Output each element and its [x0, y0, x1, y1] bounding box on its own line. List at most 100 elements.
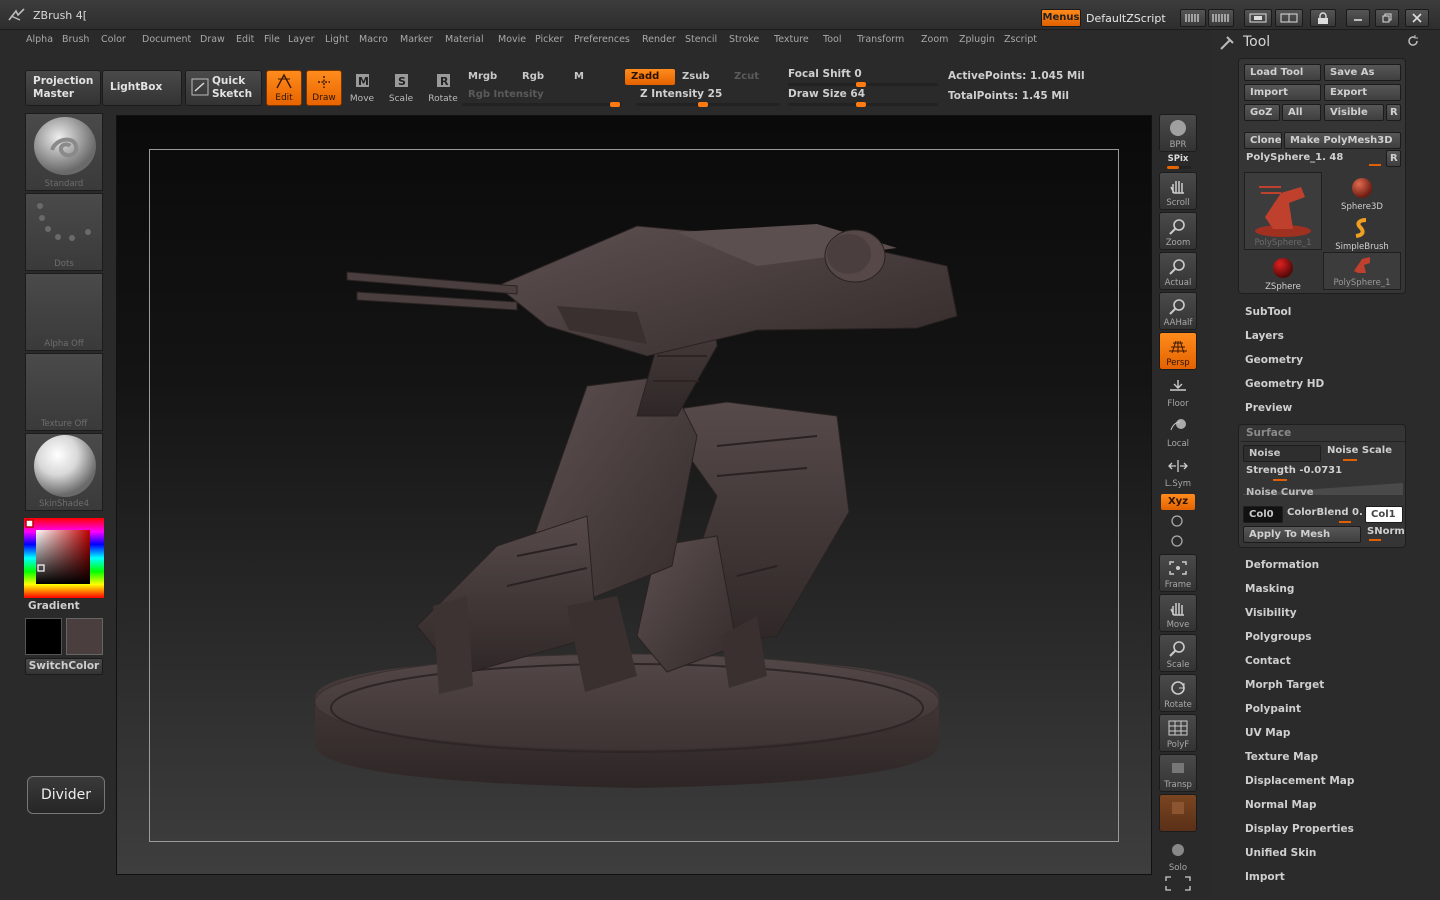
rotate-mode-button[interactable]: R Rotate	[425, 70, 461, 106]
local-button[interactable]: Local	[1159, 412, 1197, 450]
clone-button[interactable]: Clone	[1244, 132, 1282, 149]
zsub-toggle[interactable]: Zsub	[676, 69, 726, 85]
noise-button[interactable]: Noise	[1243, 445, 1321, 462]
visible-button[interactable]: Visible	[1324, 104, 1384, 121]
color-blend-knob[interactable]	[1339, 521, 1351, 523]
actual-button[interactable]: Actual	[1159, 252, 1197, 290]
menu-layer[interactable]: Layer	[288, 34, 315, 45]
zcut-toggle[interactable]: Zcut	[728, 69, 778, 85]
menu-movie[interactable]: Movie	[498, 34, 526, 45]
material-picker[interactable]: SkinShade4	[25, 433, 103, 511]
section-contact[interactable]: Contact	[1245, 655, 1291, 667]
solo-button[interactable]: Solo	[1159, 836, 1197, 874]
section-subtool[interactable]: SubTool	[1245, 306, 1291, 318]
strength-slider[interactable]: Strength -0.0731	[1246, 465, 1342, 476]
spix-track[interactable]	[1167, 166, 1191, 169]
lock-button[interactable]	[1310, 9, 1336, 27]
rgb-intensity-track[interactable]	[462, 102, 622, 107]
section-normal-map[interactable]: Normal Map	[1245, 799, 1317, 811]
section-import[interactable]: Import	[1245, 871, 1285, 883]
move-view-button[interactable]: Move	[1159, 594, 1197, 632]
section-displacement-map[interactable]: Displacement Map	[1245, 775, 1354, 787]
move-mode-button[interactable]: M Move	[344, 70, 380, 106]
lsym-button[interactable]: L.Sym	[1159, 452, 1197, 490]
section-deformation[interactable]: Deformation	[1245, 559, 1319, 571]
r-button[interactable]: R	[1386, 104, 1401, 121]
menus-toggle-button[interactable]: Menus	[1041, 9, 1081, 27]
brush-picker[interactable]: Standard	[25, 113, 103, 191]
simplebrush-tile[interactable]: SimpleBrush	[1323, 217, 1401, 252]
scale-mode-button[interactable]: S Scale	[383, 70, 419, 106]
menu-document[interactable]: Document	[142, 34, 191, 45]
mrgb-toggle[interactable]: Mrgb	[462, 69, 512, 85]
aahalf-button[interactable]: AAHalf	[1159, 292, 1197, 330]
menu-edit[interactable]: Edit	[236, 34, 254, 45]
section-geometry[interactable]: Geometry	[1245, 354, 1303, 366]
menu-macro[interactable]: Macro	[359, 34, 388, 45]
stroke-picker[interactable]: Dots	[25, 193, 103, 271]
rotate-y-icon[interactable]	[1169, 514, 1185, 528]
all-button[interactable]: All	[1282, 104, 1321, 121]
tool-palette-title[interactable]: Tool	[1243, 34, 1270, 50]
menu-brush[interactable]: Brush	[62, 34, 89, 45]
draw-mode-button[interactable]: Draw	[306, 70, 342, 106]
color-blend-slider[interactable]: ColorBlend 0.	[1287, 507, 1363, 518]
script-name[interactable]: DefaultZScript	[1086, 12, 1166, 25]
sphere3d-tile[interactable]: Sphere3D	[1323, 177, 1401, 212]
transp-button[interactable]: Transp	[1159, 754, 1197, 792]
menu-zscript[interactable]: Zscript	[1004, 34, 1037, 45]
polysphere-tile[interactable]: PolySphere_1	[1323, 252, 1401, 290]
r-button-2[interactable]: R	[1386, 150, 1401, 167]
spix-slider[interactable]: SPix	[1159, 154, 1197, 164]
document-canvas[interactable]	[116, 115, 1152, 875]
menu-alpha[interactable]: Alpha	[26, 34, 53, 45]
m-toggle[interactable]: M	[568, 69, 618, 85]
edit-mode-button[interactable]: Edit	[266, 70, 302, 106]
menu-stencil[interactable]: Stencil	[685, 34, 717, 45]
noise-scale-slider[interactable]: Noise Scale	[1327, 445, 1392, 456]
robot-model-render[interactable]	[117, 116, 1153, 876]
snorm-knob[interactable]	[1369, 539, 1381, 541]
primary-color-swatch[interactable]	[25, 618, 62, 655]
zoom-button[interactable]: Zoom	[1159, 212, 1197, 250]
menu-zoom[interactable]: Zoom	[921, 34, 948, 45]
goz-button[interactable]: GoZ	[1244, 104, 1280, 121]
refresh-icon[interactable]	[1406, 34, 1420, 48]
z-intensity-track[interactable]	[636, 102, 780, 107]
section-morph-target[interactable]: Morph Target	[1245, 679, 1324, 691]
menu-render[interactable]: Render	[642, 34, 676, 45]
menu-light[interactable]: Light	[325, 34, 349, 45]
menu-tool[interactable]: Tool	[823, 34, 841, 45]
menu-picker[interactable]: Picker	[535, 34, 563, 45]
layout-alt-button[interactable]	[1275, 9, 1303, 27]
section-uv-map[interactable]: UV Map	[1245, 727, 1290, 739]
z-intensity-slider[interactable]: Z Intensity 25	[640, 88, 722, 100]
frame-button[interactable]: Frame	[1159, 554, 1197, 592]
rgb-toggle[interactable]: Rgb	[516, 69, 566, 85]
color-picker[interactable]	[24, 518, 104, 598]
make-polymesh-button[interactable]: Make PolyMesh3D	[1284, 132, 1401, 149]
divider-button[interactable]: Divider	[27, 776, 105, 814]
floor-button[interactable]: Floor	[1159, 372, 1197, 410]
polyf-button[interactable]: PolyF	[1159, 714, 1197, 752]
texture-picker[interactable]: Texture Off	[25, 353, 103, 431]
focal-shift-knob[interactable]	[856, 82, 866, 87]
section-layers[interactable]: Layers	[1245, 330, 1284, 342]
switch-color-button[interactable]: SwitchColor	[25, 658, 103, 675]
zsphere-tile[interactable]: ZSphere	[1244, 257, 1322, 292]
section-texture-map[interactable]: Texture Map	[1245, 751, 1318, 763]
shrink-width-button[interactable]	[1180, 9, 1206, 27]
save-as-button[interactable]: Save As	[1324, 64, 1401, 81]
import-button[interactable]: Import	[1244, 84, 1321, 101]
section-geometry-hd[interactable]: Geometry HD	[1245, 378, 1324, 390]
focal-shift-slider[interactable]: Focal Shift 0	[788, 68, 862, 80]
restore-button[interactable]	[1375, 9, 1399, 27]
rgb-intensity-slider[interactable]: Rgb Intensity	[462, 87, 622, 103]
bpr-button[interactable]: BPR	[1159, 114, 1197, 152]
menu-transform[interactable]: Transform	[857, 34, 904, 45]
rotate-view-button[interactable]: Rotate	[1159, 674, 1197, 712]
draw-size-track[interactable]	[788, 102, 938, 107]
menu-file[interactable]: File	[264, 34, 280, 45]
section-visibility[interactable]: Visibility	[1245, 607, 1297, 619]
focal-shift-track[interactable]	[788, 82, 938, 87]
